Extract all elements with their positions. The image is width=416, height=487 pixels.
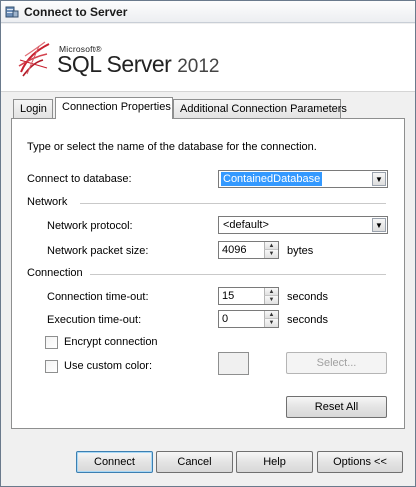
packet-size-unit: bytes — [287, 245, 314, 257]
spin-down-icon[interactable]: ▼ — [264, 250, 278, 258]
execution-timeout-label: Execution time-out: — [47, 314, 142, 326]
use-custom-color-label[interactable]: Use custom color: — [64, 360, 152, 372]
spinner-value: 15 — [222, 290, 235, 302]
tab-additional-connection-parameters[interactable]: Additional Connection Parameters — [173, 99, 347, 119]
connection-timeout-unit: seconds — [287, 291, 328, 303]
connect-to-server-dialog: Connect to Server Microsoft® SQL Server … — [0, 0, 416, 487]
window-title: Connect to Server — [24, 5, 128, 19]
title-bar[interactable]: Connect to Server — [1, 1, 415, 23]
chevron-down-icon[interactable]: ▼ — [372, 172, 386, 186]
product-banner: Microsoft® SQL Server 2012 — [1, 24, 415, 92]
connect-to-database-combo[interactable]: ContainedDatabase ▼ — [218, 170, 388, 188]
product-version: 2012 — [177, 56, 220, 77]
tab-connection-properties[interactable]: Connection Properties — [55, 97, 173, 119]
spin-down-icon[interactable]: ▼ — [264, 319, 278, 327]
network-divider — [80, 203, 386, 204]
combo-value: ContainedDatabase — [221, 172, 323, 186]
help-button[interactable]: Help — [236, 451, 313, 473]
connection-timeout-label: Connection time-out: — [47, 291, 149, 303]
network-group-label: Network — [27, 196, 68, 208]
encrypt-connection-label[interactable]: Encrypt connection — [64, 336, 158, 348]
tab-label: Additional Connection Parameters — [180, 103, 347, 115]
product-label: SQL Server — [57, 51, 172, 77]
tab-label: Connection Properties — [62, 101, 171, 113]
tab-login[interactable]: Login — [13, 99, 53, 119]
connection-properties-panel: Type or select the name of the database … — [11, 118, 405, 429]
spin-down-icon[interactable]: ▼ — [264, 296, 278, 304]
network-packet-size-label: Network packet size: — [47, 245, 149, 257]
select-color-button[interactable]: Select... — [286, 352, 387, 374]
connection-divider — [90, 274, 386, 275]
execution-timeout-unit: seconds — [287, 314, 328, 326]
use-custom-color-checkbox[interactable] — [45, 360, 58, 373]
network-protocol-combo[interactable]: <default> ▼ — [218, 216, 388, 234]
connect-to-database-label: Connect to database: — [27, 173, 132, 185]
spin-up-icon[interactable]: ▲ — [264, 311, 278, 319]
cancel-button[interactable]: Cancel — [156, 451, 233, 473]
connect-button[interactable]: Connect — [76, 451, 153, 473]
network-packet-size-spinner[interactable]: 4096 ▲ ▼ — [218, 241, 279, 259]
tab-label: Login — [20, 103, 47, 115]
encrypt-connection-checkbox[interactable] — [45, 336, 58, 349]
spinner-value: 0 — [222, 313, 229, 325]
spinner-value: 4096 — [222, 244, 247, 256]
product-name: SQL Server 2012 — [57, 51, 219, 78]
spin-up-icon[interactable]: ▲ — [264, 288, 278, 296]
execution-timeout-spinner[interactable]: 0 ▲ ▼ — [218, 310, 279, 328]
network-protocol-label: Network protocol: — [47, 220, 133, 232]
chevron-down-icon[interactable]: ▼ — [372, 218, 386, 232]
options-button[interactable]: Options << — [317, 451, 403, 473]
combo-value: <default> — [223, 219, 269, 231]
connection-timeout-spinner[interactable]: 15 ▲ ▼ — [218, 287, 279, 305]
instruction-text: Type or select the name of the database … — [27, 141, 317, 153]
spin-up-icon[interactable]: ▲ — [264, 242, 278, 250]
custom-color-swatch — [218, 352, 249, 375]
sql-server-logo-icon — [18, 41, 50, 77]
connection-group-label: Connection — [27, 267, 83, 279]
reset-all-button[interactable]: Reset All — [286, 396, 387, 418]
server-icon — [5, 6, 19, 18]
